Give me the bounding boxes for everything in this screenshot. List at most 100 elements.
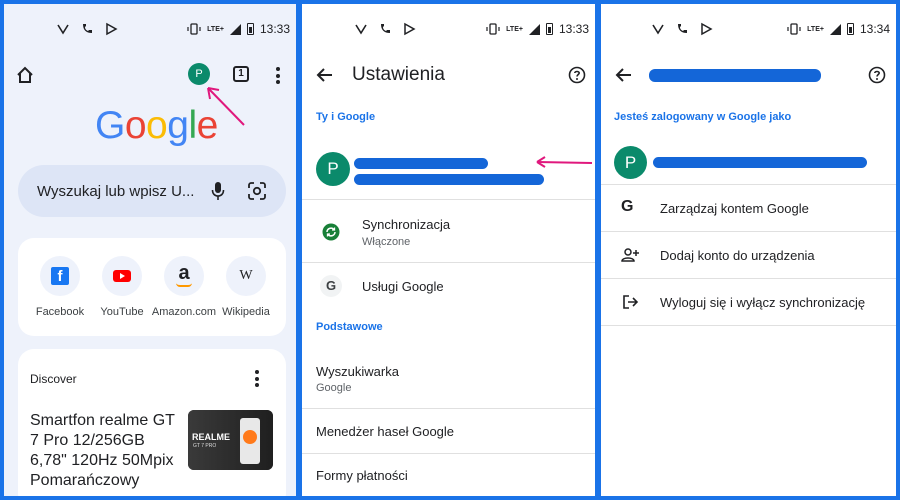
google-g-icon: G	[320, 275, 342, 297]
wikipedia-icon: W	[226, 256, 266, 296]
signal-icon	[829, 23, 841, 35]
section-header-basic: Podstawowe	[316, 321, 383, 333]
status-bar: LTE+ 13:34	[601, 4, 896, 56]
search-box[interactable]: Wyszukaj lub wpisz U...	[18, 165, 286, 217]
microphone-icon[interactable]	[211, 181, 225, 201]
notification-icons	[354, 22, 416, 36]
logo-letter: l	[188, 104, 197, 147]
add-account-label: Dodaj konto do urządzenia	[660, 248, 815, 263]
google-logo: Google	[95, 104, 218, 148]
password-manager-row[interactable]: Menedżer haseł Google	[302, 409, 595, 453]
sync-row[interactable]: Synchronizacja Włączone	[302, 200, 595, 262]
article-thumbnail[interactable]: REALME GT 7 PRO	[188, 410, 273, 470]
account-avatar: P	[614, 146, 647, 179]
status-bar: LTE+ 13:33	[302, 4, 595, 56]
missed-call-icon	[381, 24, 390, 33]
shortcut-amazon[interactable]: a Amazon.com	[151, 256, 217, 318]
vibrate-icon	[787, 23, 801, 35]
search-engine-row[interactable]: Wyszukiwarka Google	[302, 354, 595, 410]
search-placeholder: Wyszukaj lub wpisz U...	[37, 183, 195, 200]
vibrate-icon	[486, 23, 500, 35]
signed-in-account-row: P	[601, 144, 896, 188]
help-icon[interactable]	[568, 66, 586, 84]
chrome-new-tab-screen: LTE+ 13:33 P 1 Google Wyszukaj lub wpisz…	[4, 4, 296, 496]
divider	[601, 325, 896, 326]
vibrate-icon	[187, 23, 201, 35]
help-icon[interactable]	[868, 66, 886, 84]
wifi-call-icon	[57, 24, 69, 35]
notification-icons	[651, 22, 713, 36]
signal-icon	[528, 23, 540, 35]
add-person-icon	[621, 248, 639, 262]
battery-icon	[545, 23, 553, 35]
google-services-label: Usługi Google	[362, 279, 444, 294]
google-g-icon: G	[621, 198, 634, 215]
shortcut-label: YouTube	[100, 306, 144, 318]
shortcuts-panel: f Facebook YouTube a Amazon.com W Wikipe…	[18, 238, 286, 336]
tab-switcher-button[interactable]: 1	[233, 66, 249, 82]
more-options-icon[interactable]	[276, 67, 280, 87]
account-avatar: P	[316, 152, 350, 186]
account-row[interactable]: P	[302, 144, 595, 200]
wifi-call-icon	[355, 24, 367, 35]
password-manager-label: Menedżer haseł Google	[316, 424, 455, 439]
sync-status: Włączone	[362, 236, 411, 248]
notification-icons	[56, 22, 118, 36]
logo-letter: g	[167, 104, 189, 147]
search-engine-title: Wyszukiwarka	[316, 364, 399, 379]
back-arrow-icon[interactable]	[615, 66, 633, 84]
wifi-call-icon	[652, 24, 664, 35]
article-title[interactable]: Smartfon realme GT 7 Pro 12/256GB 6,78" …	[30, 411, 180, 491]
manage-account-row[interactable]: G Zarządzaj kontem Google	[601, 185, 896, 231]
payment-methods-label: Formy płatności	[316, 468, 408, 483]
facebook-icon: f	[40, 256, 80, 296]
logo-letter: o	[146, 104, 168, 147]
shortcut-facebook[interactable]: f Facebook	[27, 256, 93, 318]
amazon-icon: a	[164, 256, 204, 296]
redacted-account-name	[649, 69, 821, 82]
home-icon[interactable]	[16, 66, 34, 84]
shortcut-wikipedia[interactable]: W Wikipedia	[213, 256, 279, 318]
redacted-email	[653, 157, 867, 168]
system-icons: LTE+ 13:34	[787, 22, 890, 36]
sign-out-label: Wyloguj się i wyłącz synchronizację	[660, 295, 866, 310]
google-lens-icon[interactable]	[248, 182, 266, 200]
network-type: LTE+	[506, 25, 523, 33]
signal-icon	[229, 23, 241, 35]
redacted-name	[354, 158, 488, 169]
logo-letter: e	[196, 104, 219, 147]
system-icons: LTE+ 13:33	[187, 22, 290, 36]
youtube-icon	[102, 256, 142, 296]
status-bar: LTE+ 13:33	[4, 4, 296, 56]
missed-call-icon	[678, 24, 687, 33]
logo-letter: G	[95, 104, 125, 147]
shortcut-label: Wikipedia	[222, 306, 270, 318]
logo-letter: o	[124, 104, 147, 147]
sync-title: Synchronizacja	[362, 217, 451, 232]
network-type: LTE+	[807, 25, 824, 33]
add-account-row[interactable]: Dodaj konto do urządzenia	[601, 232, 896, 278]
payment-methods-row[interactable]: Formy płatności	[302, 454, 595, 496]
redacted-email	[354, 174, 544, 185]
thumbnail-brand: REALME	[192, 432, 230, 442]
clock: 13:34	[859, 22, 890, 36]
discover-title: Discover	[30, 372, 77, 386]
discover-menu-icon[interactable]	[255, 370, 259, 390]
clock: 13:33	[558, 22, 589, 36]
sign-out-row[interactable]: Wyloguj się i wyłącz synchronizację	[601, 279, 896, 325]
back-arrow-icon[interactable]	[316, 66, 334, 84]
shortcut-youtube[interactable]: YouTube	[89, 256, 155, 318]
signed-in-header: Jesteś zalogowany w Google jako	[614, 111, 792, 123]
play-store-icon	[106, 22, 118, 36]
google-services-row[interactable]: G Usługi Google	[302, 263, 595, 309]
battery-icon	[246, 23, 254, 35]
play-store-icon	[404, 22, 416, 36]
shortcut-label: Amazon.com	[151, 306, 217, 318]
shortcut-label: Facebook	[35, 306, 85, 318]
clock: 13:33	[259, 22, 290, 36]
missed-call-icon	[83, 24, 92, 33]
annotation-arrow	[536, 156, 593, 168]
battery-icon	[846, 23, 854, 35]
system-icons: LTE+ 13:33	[486, 22, 589, 36]
thumbnail-model: GT 7 PRO	[193, 443, 217, 449]
